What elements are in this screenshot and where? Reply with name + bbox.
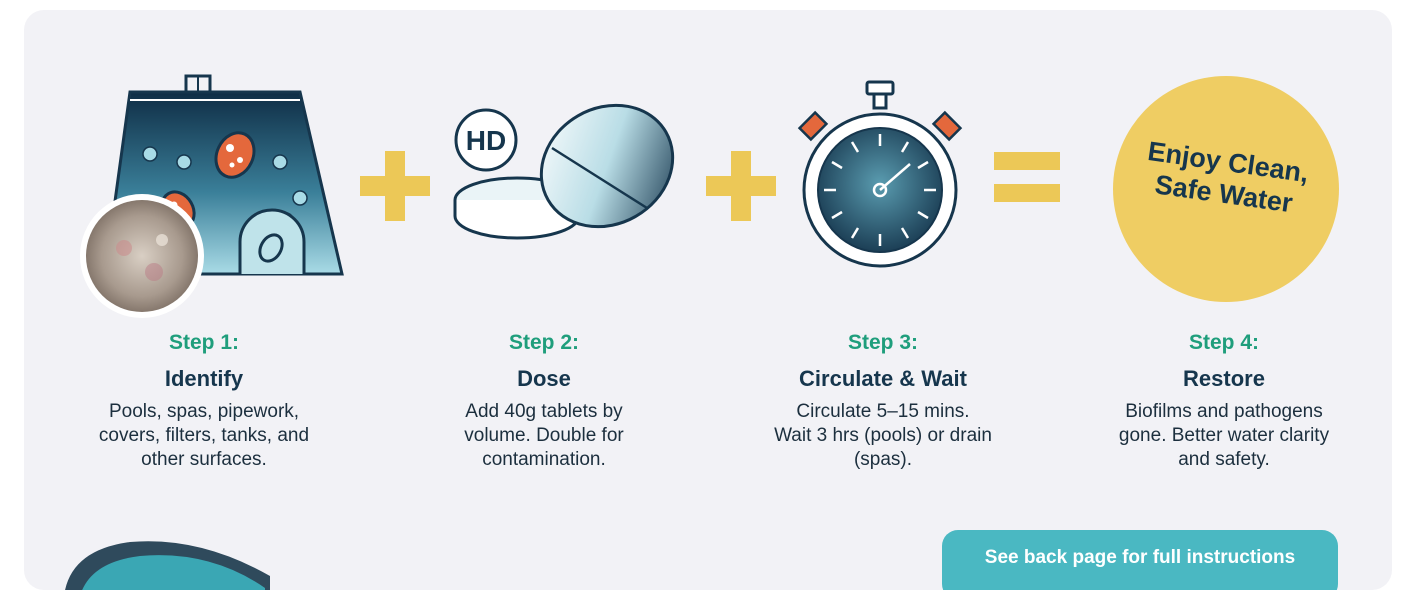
step-description: Pools, spas, pipework, covers, filters, … <box>98 401 310 470</box>
step-4: Step 4: Restore Biofilms and pathogens g… <box>1074 320 1374 472</box>
step-title: Identify <box>164 366 244 391</box>
step-3: Step 3: Circulate & Wait Circulate 5–15 … <box>733 320 1033 472</box>
step-title: Restore <box>1183 366 1265 391</box>
tablet-icon: HD <box>453 103 675 240</box>
stopwatch-icon <box>797 80 963 268</box>
step-description: Add 40g tablets by volume. Double for co… <box>464 401 624 470</box>
step-1: Step 1: Identify Pools, spas, pipework, … <box>54 320 354 472</box>
result-badge: Enjoy Clean, Safe Water <box>1113 76 1339 302</box>
pool-bacteria-icon <box>80 74 344 318</box>
tablet-logo: HD <box>466 125 506 156</box>
back-page-instructions-button[interactable]: See back page for full instructions <box>942 530 1338 590</box>
step-2: Step 2: Dose Add 40g tablets by volume. … <box>394 320 694 472</box>
step-number: Step 2: <box>508 331 579 354</box>
step-title: Circulate & Wait <box>799 366 967 391</box>
plus-icon <box>360 151 430 221</box>
steps-panel: HD Enjoy Clean, Safe Water Step 1: Ident… <box>24 10 1392 590</box>
plus-icon <box>706 151 776 221</box>
step-number: Step 4: <box>1188 331 1259 354</box>
step-number: Step 1: <box>168 331 239 354</box>
step-number: Step 3: <box>847 331 918 354</box>
step-description: Circulate 5–15 mins. Wait 3 hrs (pools) … <box>774 401 992 470</box>
step-description: Biofilms and pathogens gone. Better wate… <box>1118 401 1330 470</box>
step-title: Dose <box>517 366 571 391</box>
equals-icon <box>994 152 1060 202</box>
product-tub-icon <box>65 541 270 590</box>
